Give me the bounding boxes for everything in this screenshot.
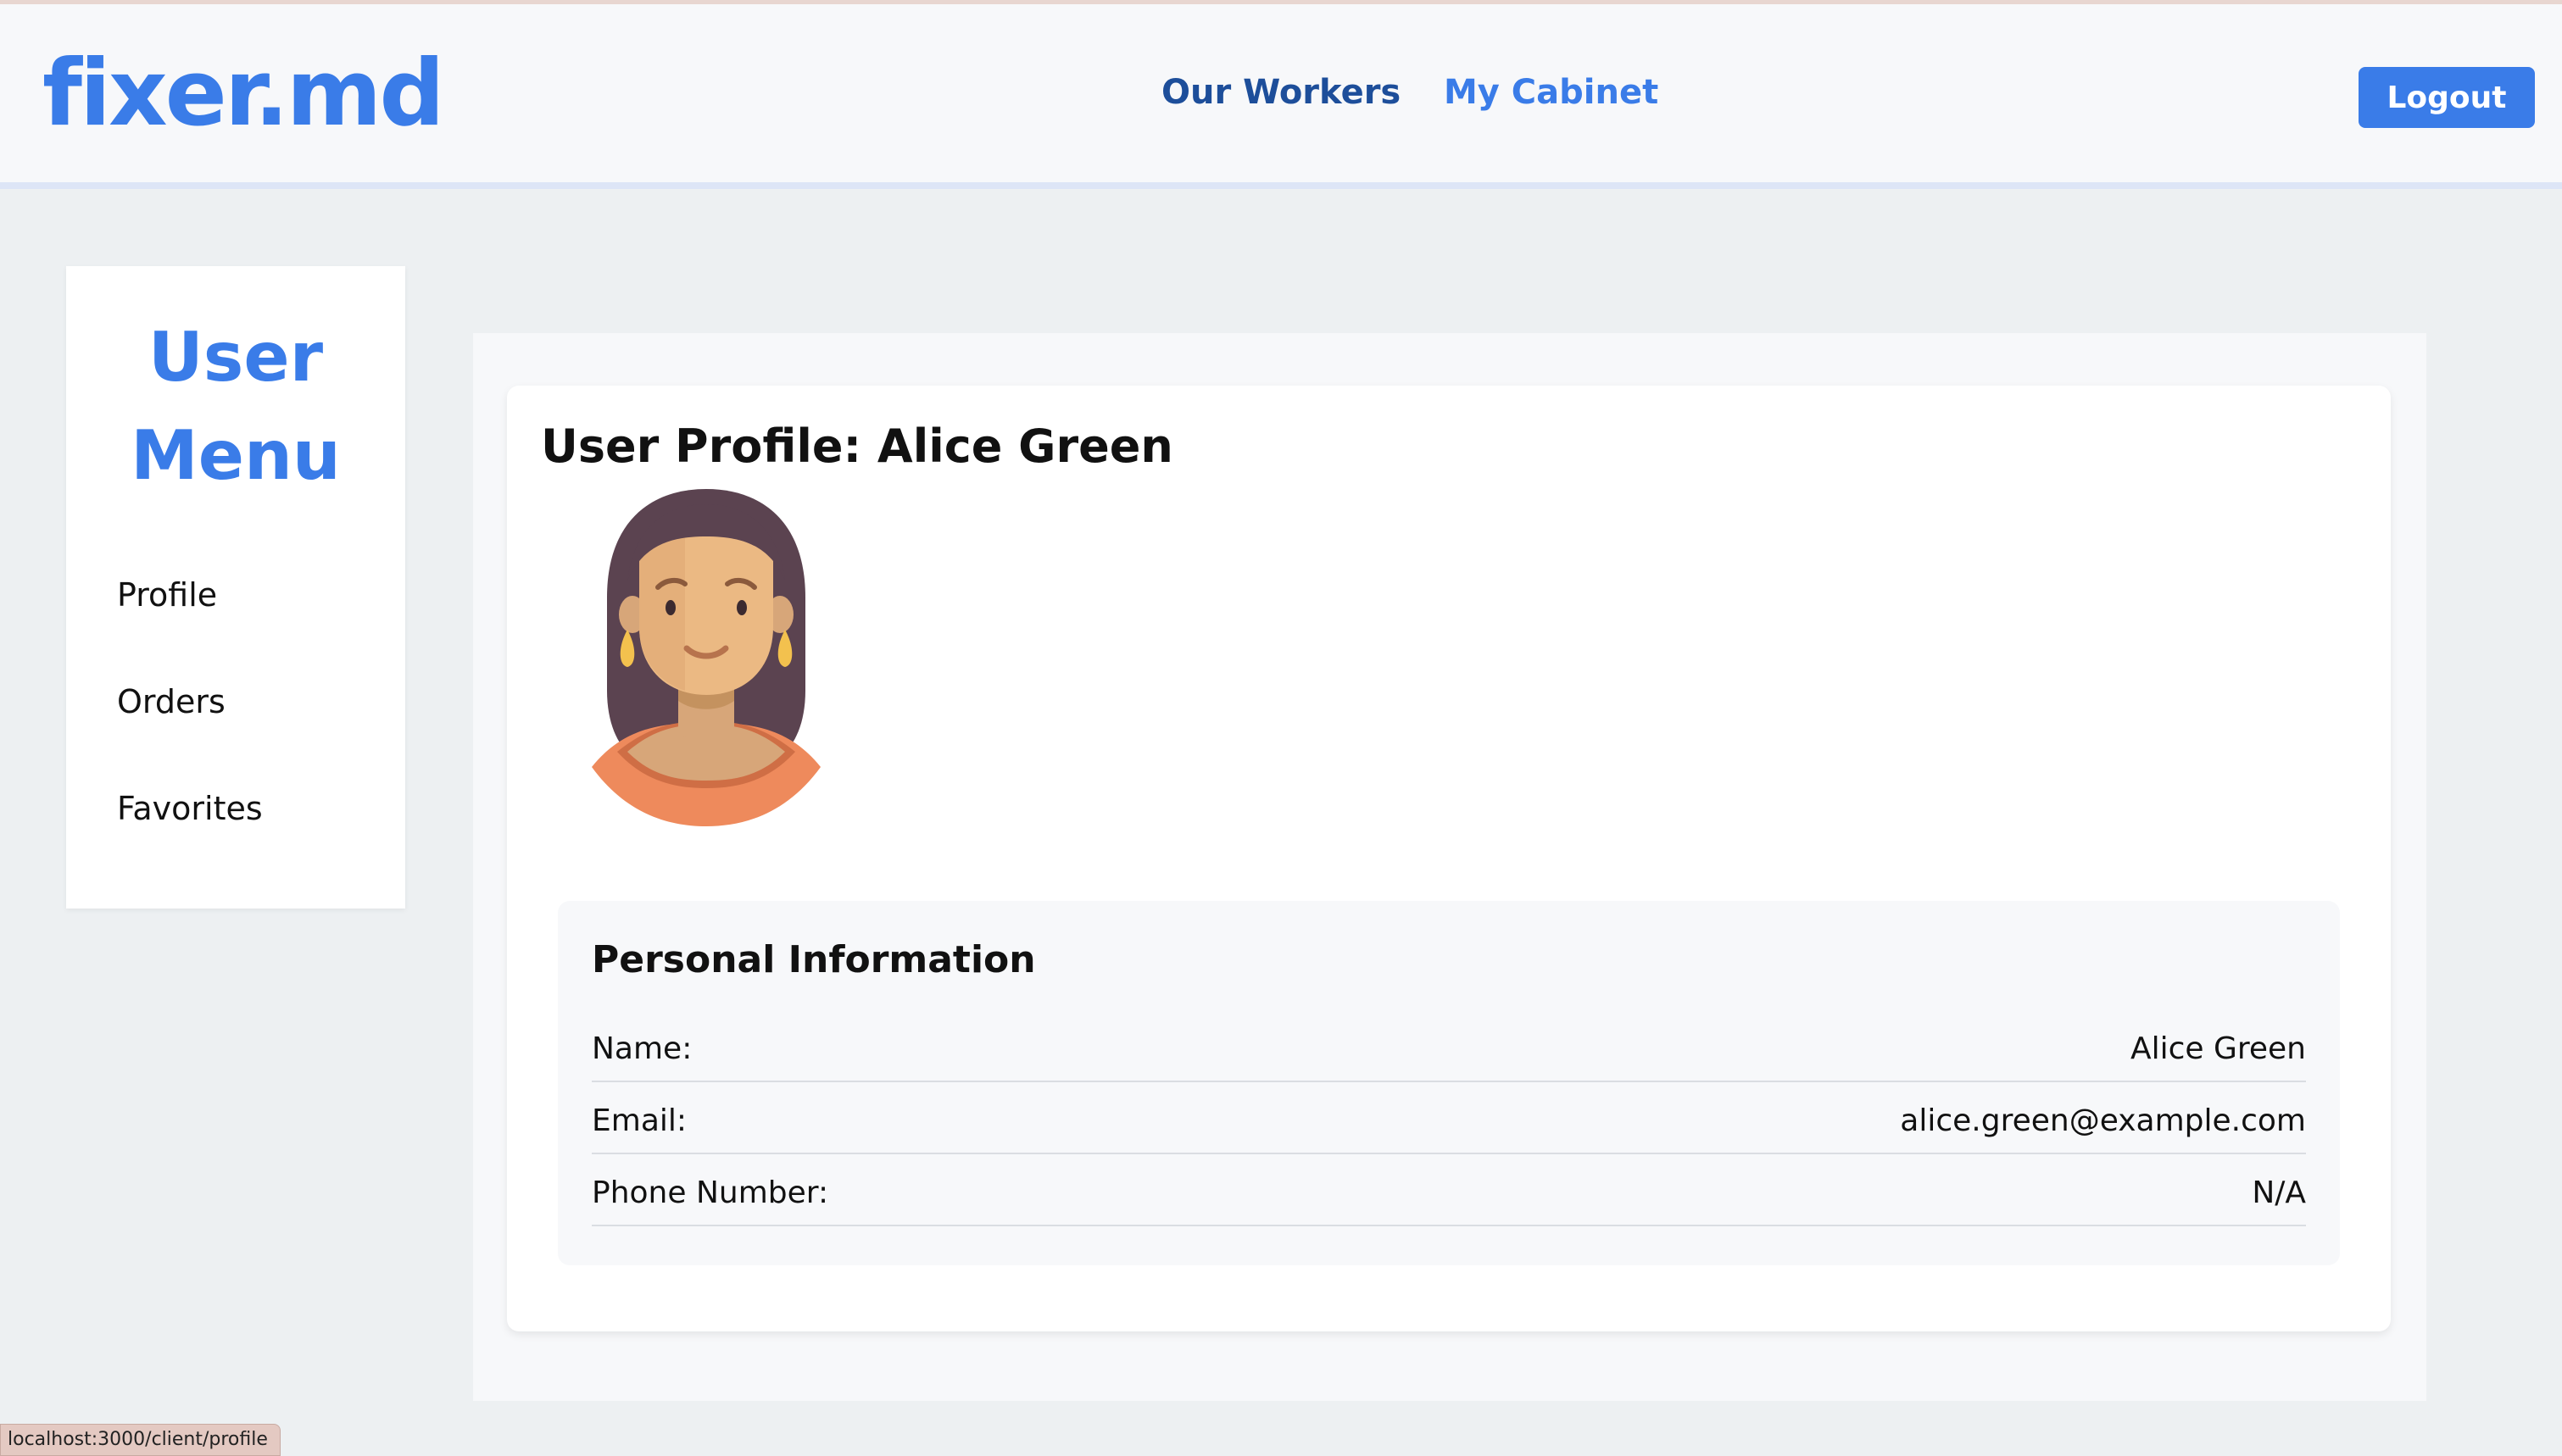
sidebar-item-orders[interactable]: Orders <box>117 683 226 720</box>
sidebar-item-profile[interactable]: Profile <box>117 576 217 614</box>
avatar-woman-icon <box>575 479 838 826</box>
sidebar-item-favorites[interactable]: Favorites <box>117 790 263 827</box>
profile-card: User Profile: Alice Green Personal Infor… <box>507 386 2391 1331</box>
status-bar-url: localhost:3000/client/profile <box>0 1424 281 1456</box>
logout-button[interactable]: Logout <box>2359 67 2535 128</box>
info-row-name: Name: Alice Green <box>592 1011 2306 1082</box>
nav-my-cabinet[interactable]: My Cabinet <box>1444 75 1658 109</box>
site-logo[interactable]: fixer.md <box>42 48 445 140</box>
personal-info-heading: Personal Information <box>592 938 1036 981</box>
main-content: User Profile: Alice Green Personal Infor… <box>473 333 2426 1401</box>
site-header: fixer.md Our Workers My Cabinet Logout <box>0 4 2562 189</box>
name-label: Name: <box>592 1031 693 1066</box>
email-label: Email: <box>592 1103 688 1138</box>
page-title: User Profile: Alice Green <box>541 420 1173 473</box>
phone-value: N/A <box>2252 1175 2306 1210</box>
name-value: Alice Green <box>2130 1031 2306 1066</box>
sidebar-title: User Menu <box>66 308 405 505</box>
email-value: alice.green@example.com <box>1900 1103 2306 1138</box>
sidebar-title-line-1: User <box>148 318 324 397</box>
user-menu-sidebar: User Menu Profile Orders Favorites <box>66 266 405 909</box>
sidebar-title-line-2: Menu <box>131 416 341 495</box>
nav-our-workers[interactable]: Our Workers <box>1161 75 1401 109</box>
phone-label: Phone Number: <box>592 1175 829 1210</box>
info-row-phone: Phone Number: N/A <box>592 1155 2306 1226</box>
personal-info-panel: Personal Information Name: Alice Green E… <box>558 901 2340 1265</box>
info-row-email: Email: alice.green@example.com <box>592 1083 2306 1154</box>
